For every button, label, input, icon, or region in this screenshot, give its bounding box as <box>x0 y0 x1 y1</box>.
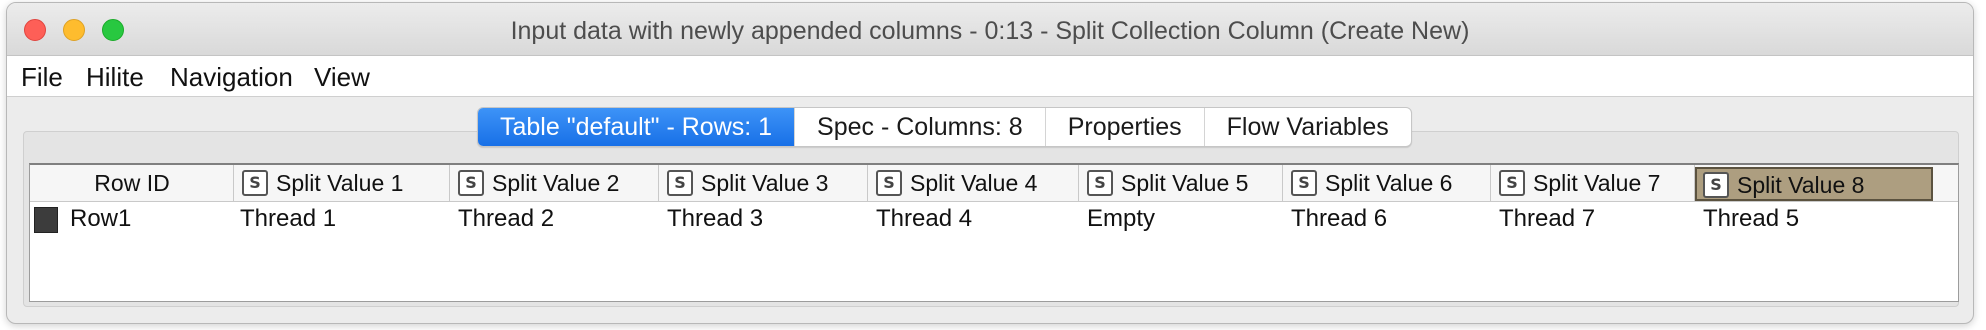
column-header-label: Split Value 8 <box>1737 172 1865 198</box>
column-header-label: Split Value 7 <box>1533 170 1661 196</box>
tab-properties[interactable]: Properties <box>1046 108 1205 146</box>
menu-navigation[interactable]: Navigation <box>170 62 293 93</box>
string-type-icon: S <box>242 170 268 196</box>
column-header-label: Split Value 3 <box>701 170 829 196</box>
column-header-label: Split Value 4 <box>910 170 1038 196</box>
table-cell[interactable]: Thread 1 <box>240 205 336 233</box>
column-header-split-value-4[interactable]: S Split Value 4 <box>868 165 1079 201</box>
column-header-label: Split Value 1 <box>276 170 404 196</box>
string-type-icon: S <box>1087 170 1113 196</box>
column-header-split-value-6[interactable]: S Split Value 6 <box>1283 165 1491 201</box>
column-header-split-value-8[interactable]: S Split Value 8 <box>1695 167 1933 201</box>
column-header-split-value-1[interactable]: S Split Value 1 <box>234 165 450 201</box>
tab-table-default[interactable]: Table "default" - Rows: 1 <box>478 108 796 146</box>
tab-spec[interactable]: Spec - Columns: 8 <box>795 108 1046 146</box>
column-header-label: Split Value 2 <box>492 170 620 196</box>
view-tabs: Table "default" - Rows: 1 Spec - Columns… <box>477 107 1412 147</box>
menu-file[interactable]: File <box>21 62 63 93</box>
rowid-column-header[interactable]: Row ID <box>30 165 234 201</box>
column-header-split-value-2[interactable]: S Split Value 2 <box>450 165 659 201</box>
column-header-label: Split Value 5 <box>1121 170 1249 196</box>
table-cell[interactable]: Thread 6 <box>1291 205 1387 233</box>
table-header-row: Row ID S Split Value 1 S Split Value 2 S… <box>30 165 1958 202</box>
data-table[interactable]: Row ID S Split Value 1 S Split Value 2 S… <box>29 163 1959 302</box>
string-type-icon: S <box>458 170 484 196</box>
column-header-split-value-5[interactable]: S Split Value 5 <box>1079 165 1283 201</box>
string-type-icon: S <box>876 170 902 196</box>
title-bar[interactable]: Input data with newly appended columns -… <box>7 3 1973 56</box>
window-title: Input data with newly appended columns -… <box>510 17 1470 45</box>
app-window: Input data with newly appended columns -… <box>6 2 1974 324</box>
table-cell[interactable]: Empty <box>1087 205 1155 233</box>
table-cell[interactable]: Thread 7 <box>1499 205 1595 233</box>
table-cell[interactable]: Thread 5 <box>1703 205 1799 233</box>
tab-flow-variables[interactable]: Flow Variables <box>1205 108 1411 146</box>
string-type-icon: S <box>1703 172 1729 198</box>
column-header-split-value-3[interactable]: S Split Value 3 <box>659 165 868 201</box>
table-cell[interactable]: Thread 3 <box>667 205 763 233</box>
row-id-cell[interactable]: Row1 <box>70 205 131 233</box>
column-header-label: Split Value 6 <box>1325 170 1453 196</box>
table-row[interactable]: Row1 Thread 1 Thread 2 Thread 3 Thread 4… <box>30 201 1958 239</box>
string-type-icon: S <box>1499 170 1525 196</box>
string-type-icon: S <box>1291 170 1317 196</box>
table-cell[interactable]: Thread 2 <box>458 205 554 233</box>
row-hilite-marker <box>34 207 58 233</box>
table-cell[interactable]: Thread 4 <box>876 205 972 233</box>
menu-hilite[interactable]: Hilite <box>86 62 144 93</box>
rowid-header-label: Row ID <box>94 170 170 196</box>
string-type-icon: S <box>667 170 693 196</box>
menu-bar: File Hilite Navigation View <box>7 56 1973 97</box>
column-header-split-value-7[interactable]: S Split Value 7 <box>1491 165 1695 201</box>
menu-view[interactable]: View <box>314 62 370 93</box>
